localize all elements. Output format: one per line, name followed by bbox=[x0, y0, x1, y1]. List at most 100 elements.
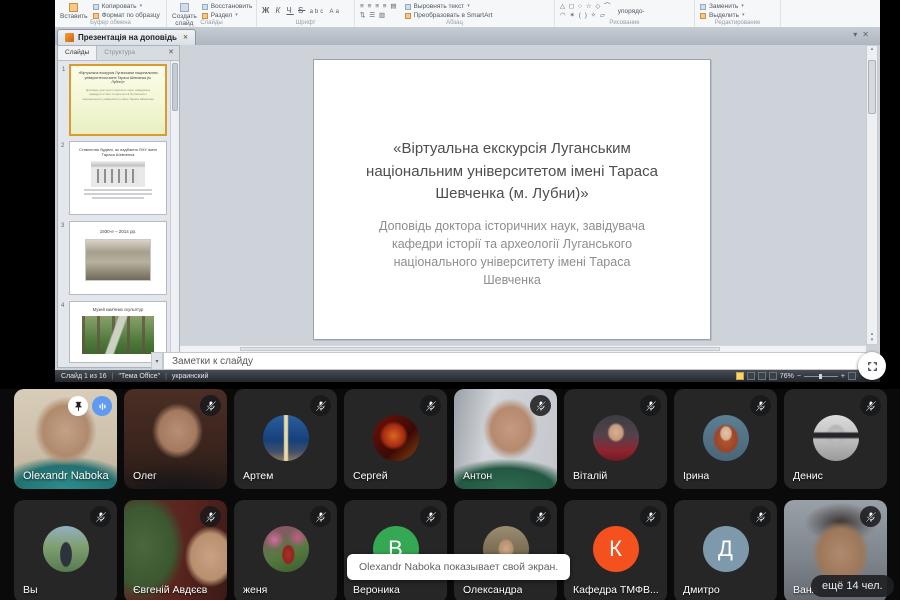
editor-vertical-scrollbar[interactable]: ▴ ▴▾ bbox=[866, 45, 878, 345]
tab-slides[interactable]: Слайды bbox=[58, 46, 97, 60]
mic-off-icon bbox=[310, 395, 331, 416]
thumbnail-list: 1 «Віртуальна екскурсія Луганським націо… bbox=[58, 61, 170, 367]
participant-tile[interactable]: Ірина bbox=[674, 389, 777, 489]
font-group-label: Шрифт bbox=[257, 20, 354, 26]
new-slide-icon bbox=[180, 3, 189, 12]
slideshow-view-button[interactable] bbox=[769, 372, 777, 380]
participant-name: Віталій bbox=[573, 470, 607, 482]
participant-tile[interactable]: Артем bbox=[234, 389, 337, 489]
participant-tile[interactable]: женя bbox=[234, 500, 337, 600]
paragraph-group-label: Абзац bbox=[355, 20, 554, 26]
normal-view-button[interactable] bbox=[736, 372, 744, 380]
mic-off-icon bbox=[530, 395, 551, 416]
ribbon-group-paragraph: ≡ ≡ ≡ ≡ ▤ ⇅ ☰ ▥ Выровнять текст▾ Преобра… bbox=[355, 0, 555, 27]
participant-tile[interactable]: Євгеній Авдєєв bbox=[124, 500, 227, 600]
mic-off-icon bbox=[200, 395, 221, 416]
editor-horizontal-scrollbar[interactable] bbox=[180, 345, 866, 352]
ribbon-group-drawing: △ ◻ ○ ☆ ◇ ⌒ ◠ ✶ ( ) ✧ ▱ упорядо- Рисован… bbox=[555, 0, 695, 27]
participant-tile[interactable]: Сергей bbox=[344, 389, 447, 489]
section-button[interactable]: Раздел▾ bbox=[202, 11, 253, 20]
clipboard-group-label: Буфер обмена bbox=[55, 20, 166, 26]
participant-name: Вы bbox=[23, 584, 38, 596]
panel-scrollbar[interactable]: ▾ bbox=[170, 61, 179, 367]
document-window-controls[interactable]: ▾✕ bbox=[853, 30, 874, 39]
slide-canvas[interactable]: «Віртуальна екскурсія Луганським націона… bbox=[313, 59, 711, 340]
notes-collapse-button[interactable]: ▾ bbox=[151, 352, 163, 370]
scroll-up-icon[interactable]: ▴ bbox=[871, 46, 874, 52]
tab-outline[interactable]: Структура bbox=[97, 46, 142, 60]
divider: | bbox=[165, 373, 167, 380]
mic-off-icon bbox=[530, 506, 551, 527]
format-painter-button[interactable]: Формат по образцу bbox=[93, 11, 160, 20]
scrollbar-thumb[interactable] bbox=[868, 60, 876, 114]
participant-name: Olexandr Naboka bbox=[23, 470, 109, 482]
powerpoint-window: Вставить Копировать▾ Формат по образцу bbox=[55, 0, 880, 382]
replace-icon bbox=[700, 4, 706, 10]
select-button[interactable]: Выделить▾ bbox=[700, 11, 775, 20]
spacing-buttons[interactable]: ⇅ ☰ ▥ bbox=[360, 11, 398, 20]
participant-name: Євгеній Авдєєв bbox=[133, 584, 207, 596]
participant-name: Олег bbox=[133, 470, 157, 482]
slide-nav-buttons[interactable]: ▴▾ bbox=[867, 331, 877, 343]
reading-view-button[interactable] bbox=[758, 372, 766, 380]
zoom-in-icon[interactable]: + bbox=[841, 373, 845, 380]
caption-line bbox=[84, 193, 152, 195]
participant-tile-olexandr[interactable]: Olexandr Naboka bbox=[14, 389, 117, 489]
slide-number: 1 bbox=[62, 67, 65, 73]
tab-close-icon[interactable]: ✕ bbox=[183, 34, 188, 41]
mic-off-icon bbox=[750, 395, 771, 416]
mic-off-icon bbox=[90, 506, 111, 527]
scrollbar-thumb[interactable] bbox=[240, 347, 720, 351]
zoom-slider[interactable] bbox=[804, 376, 838, 377]
participant-tile[interactable]: Олег bbox=[124, 389, 227, 489]
language-indicator[interactable]: украинский bbox=[172, 373, 209, 380]
avatar-initial: Д bbox=[703, 526, 749, 572]
alignment-buttons[interactable]: ≡ ≡ ≡ ≡ ▤ bbox=[360, 2, 398, 11]
slide-thumbnail-2[interactable]: 2 Ставлення будівлі, як надбання ЛНУ іме… bbox=[69, 141, 167, 215]
participant-tile[interactable]: Антон bbox=[454, 389, 557, 489]
fit-to-window-button[interactable] bbox=[848, 372, 856, 380]
participant-tile-self[interactable]: Вы bbox=[14, 500, 117, 600]
align-text-button[interactable]: Выровнять текст▾ bbox=[405, 2, 493, 11]
avatar bbox=[813, 415, 859, 461]
more-participants-badge[interactable]: ещё 14 чел. bbox=[811, 575, 894, 597]
participant-tile[interactable]: Олександра bbox=[454, 500, 557, 600]
copy-button[interactable]: Копировать▾ bbox=[93, 2, 160, 11]
sorter-view-button[interactable] bbox=[747, 372, 755, 380]
presentation-tab[interactable]: Презентація на доповідь ✕ bbox=[57, 29, 196, 45]
participant-name: Дмитро bbox=[683, 584, 720, 596]
shapes-gallery[interactable]: △ ◻ ○ ☆ ◇ ⌒ bbox=[560, 2, 612, 11]
panel-close-icon[interactable]: ✕ bbox=[163, 46, 179, 60]
zoom-out-icon[interactable]: − bbox=[797, 373, 801, 380]
participant-name: Антон bbox=[463, 470, 492, 482]
audio-indicator-icon bbox=[92, 396, 112, 416]
thumb-title: Музей кам'яних скульптур bbox=[70, 302, 166, 313]
mic-off-icon bbox=[200, 506, 221, 527]
avatar bbox=[703, 415, 749, 461]
smartart-button[interactable]: Преобразовать в SmartArt bbox=[405, 11, 493, 20]
participant-name: Артем bbox=[243, 470, 273, 482]
scrollbar-thumb[interactable] bbox=[172, 63, 178, 111]
replace-button[interactable]: Заменить▾ bbox=[700, 2, 775, 11]
editing-group-label: Редактирование bbox=[695, 20, 780, 26]
participant-tile[interactable]: В Вероника bbox=[344, 500, 447, 600]
mic-off-icon bbox=[310, 506, 331, 527]
slide-title: «Віртуальна екскурсія Луганським націона… bbox=[354, 138, 670, 206]
slide-thumbnail-3[interactable]: 3 1930-е – 2014 рр. bbox=[69, 221, 167, 295]
format-painter-icon bbox=[93, 13, 99, 19]
avatar bbox=[373, 415, 419, 461]
expand-button[interactable] bbox=[858, 352, 886, 380]
shapes-gallery-row2[interactable]: ◠ ✶ ( ) ✧ ▱ bbox=[560, 11, 612, 20]
arrange-button[interactable]: упорядо- bbox=[618, 7, 645, 16]
participant-tile[interactable]: Віталій bbox=[564, 389, 667, 489]
slide-counter: Слайд 1 из 16 bbox=[61, 373, 107, 380]
font-buttons[interactable]: Ж К Ч S abc Аа bbox=[262, 2, 349, 21]
participant-tile[interactable]: К Кафедра ТМФВ... bbox=[564, 500, 667, 600]
notes-pane[interactable]: Заметки к слайду bbox=[163, 352, 866, 370]
paste-button[interactable]: Вставить bbox=[60, 2, 88, 20]
mic-off-icon bbox=[420, 506, 441, 527]
participant-tile[interactable]: Д Дмитро bbox=[674, 500, 777, 600]
participant-tile[interactable]: Денис bbox=[784, 389, 887, 489]
restore-button[interactable]: Восстановить bbox=[202, 2, 253, 11]
slide-thumbnail-1[interactable]: 1 «Віртуальна екскурсія Луганським націо… bbox=[69, 64, 167, 136]
